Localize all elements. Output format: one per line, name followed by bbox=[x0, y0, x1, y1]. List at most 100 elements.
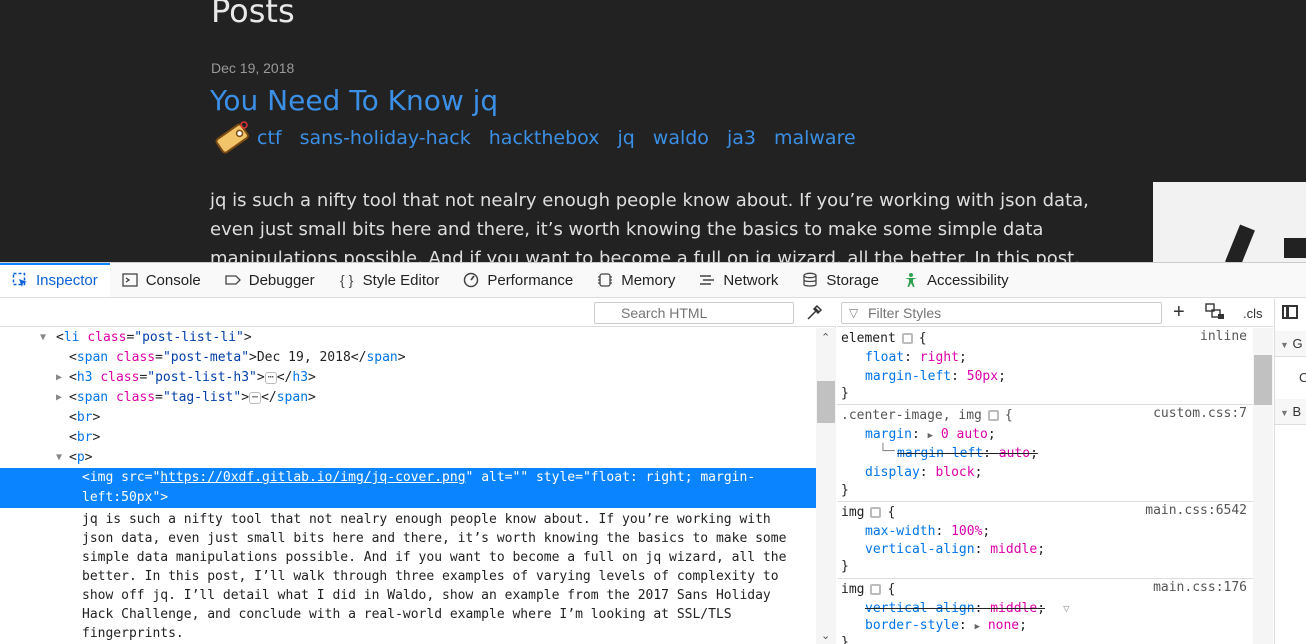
rules-list: element{ inline float: right; margin-lef… bbox=[837, 328, 1253, 644]
tab-label: Memory bbox=[621, 271, 676, 289]
markup-scrollbar-thumb[interactable] bbox=[817, 381, 835, 423]
markup-node-li[interactable]: <li class="post-list-li"> bbox=[56, 328, 252, 348]
tag-link[interactable]: malware bbox=[774, 127, 856, 149]
tab-label: Accessibility bbox=[926, 271, 1009, 289]
markup-node-tag-list[interactable]: <span class="tag-list"> ⋯ </span> bbox=[69, 388, 316, 408]
rules-view: ▽ + .cls element{ inline float: right; m… bbox=[837, 299, 1273, 644]
expand-shorthand-icon[interactable]: ▶ bbox=[975, 622, 980, 632]
scroll-up-icon[interactable]: ⌃ bbox=[821, 331, 830, 344]
tag-link[interactable]: ctf bbox=[257, 127, 282, 149]
tab-label: Inspector bbox=[36, 271, 98, 289]
css-declaration[interactable]: vertical-align: middle; bbox=[865, 540, 1045, 559]
cover-image-detail bbox=[1284, 238, 1306, 258]
tab-debugger[interactable]: Debugger bbox=[213, 263, 327, 297]
css-declaration[interactable]: border-style: ▶ none; bbox=[865, 616, 1027, 635]
tab-label: Console bbox=[145, 271, 201, 289]
post-title-link[interactable]: You Need To Know jq bbox=[210, 84, 498, 117]
tag-link[interactable]: hackthebox bbox=[489, 127, 600, 149]
rules-scrollbar-thumb[interactable] bbox=[1254, 355, 1272, 405]
tab-memory[interactable]: Memory bbox=[585, 263, 687, 297]
tab-label: Storage bbox=[826, 271, 879, 289]
rule-settings-icon[interactable] bbox=[870, 507, 882, 518]
css-rule-img: img{ main.css:176 vertical-align: middle… bbox=[841, 580, 1247, 644]
web-page: Posts Dec 19, 2018 You Need To Know jq c… bbox=[0, 0, 1306, 262]
rule-source[interactable]: custom.css:7 bbox=[1153, 406, 1247, 421]
tab-label: Style Editor bbox=[362, 271, 440, 289]
sidebar-section-toggle[interactable]: ▼ G bbox=[1275, 331, 1306, 357]
markup-node-img-selected[interactable]: <img src="https://0xdf.gitlab.io/img/jq-… bbox=[0, 468, 816, 508]
chevron-down-icon: ▼ bbox=[1280, 340, 1289, 350]
expand-twisty-icon[interactable]: ▼ bbox=[40, 332, 46, 343]
tree-branch-icon: └─ bbox=[879, 444, 895, 459]
markup-node-h3[interactable]: <h3 class="post-list-h3"> ⋯ </h3> bbox=[69, 368, 316, 388]
markup-node-span[interactable]: <span class="post-meta">Dec 19, 2018</sp… bbox=[69, 348, 406, 368]
tab-style-editor[interactable]: { } Style Editor bbox=[327, 263, 452, 297]
search-html-input[interactable] bbox=[594, 302, 794, 324]
filter-styles-input[interactable] bbox=[841, 302, 1162, 324]
tab-storage[interactable]: Storage bbox=[790, 263, 891, 297]
rule-settings-icon[interactable] bbox=[901, 333, 913, 344]
tab-performance[interactable]: Performance bbox=[451, 263, 585, 297]
storage-icon bbox=[802, 272, 818, 288]
rule-selector: img{ bbox=[841, 582, 896, 597]
tag-link[interactable]: sans-holiday-hack bbox=[300, 127, 471, 149]
css-overridden-declaration[interactable]: margin-left: auto; bbox=[897, 444, 1038, 463]
network-icon bbox=[699, 272, 715, 288]
tag-link[interactable]: jq bbox=[617, 127, 634, 149]
markup-node-br[interactable]: <br> bbox=[69, 408, 100, 428]
performance-icon bbox=[463, 272, 479, 288]
markup-node-br[interactable]: <br> bbox=[69, 428, 100, 448]
image-url-link[interactable]: https://0xdf.gitlab.io/img/jq-cover.png bbox=[160, 470, 465, 485]
collapse-twisty-icon[interactable]: ▶ bbox=[56, 392, 62, 403]
markup-tree: ▼ <li class="post-list-li"> <span class=… bbox=[0, 328, 816, 644]
tab-label: Performance bbox=[487, 271, 574, 289]
rule-selector: img{ bbox=[841, 505, 896, 520]
tab-console[interactable]: Console bbox=[110, 263, 213, 297]
console-icon bbox=[122, 272, 138, 288]
tab-inspector[interactable]: Inspector bbox=[0, 263, 110, 297]
markup-view: ⚲ ▼ <li class="post-list-li"> <span clas… bbox=[0, 299, 836, 644]
tab-network[interactable]: Network bbox=[687, 263, 790, 297]
tag-link[interactable]: ja3 bbox=[727, 127, 756, 149]
tab-accessibility[interactable]: Accessibility bbox=[891, 263, 1021, 297]
sidebar-section-toggle[interactable]: ▼ B bbox=[1275, 399, 1306, 425]
css-declaration[interactable]: max-width: 100%; bbox=[865, 522, 990, 541]
css-declaration[interactable]: margin-left: 50px; bbox=[865, 367, 1006, 386]
collapse-twisty-icon[interactable]: ▶ bbox=[56, 372, 62, 383]
toggle-sidebar-icon[interactable] bbox=[1282, 305, 1298, 319]
markup-scrollbar[interactable] bbox=[816, 328, 836, 644]
rule-source[interactable]: main.css:6542 bbox=[1145, 503, 1247, 518]
rules-toolbar: ▽ + .cls bbox=[837, 299, 1273, 327]
rule-settings-icon[interactable] bbox=[870, 584, 882, 595]
css-rule-center-image: .center-image, img{ custom.css:7 margin:… bbox=[837, 405, 1253, 502]
rule-settings-icon[interactable] bbox=[987, 410, 999, 421]
css-declaration[interactable]: float: right; bbox=[865, 348, 967, 367]
markup-text-node[interactable]: jq is such a nifty tool that not nealry … bbox=[82, 510, 806, 643]
rule-source[interactable]: main.css:176 bbox=[1153, 580, 1247, 595]
filter-icon[interactable]: ▽ bbox=[1063, 599, 1070, 618]
tag-icon bbox=[215, 121, 249, 154]
rule-source: inline bbox=[1200, 329, 1247, 344]
accessibility-icon bbox=[903, 272, 919, 288]
style-editor-icon: { } bbox=[340, 272, 354, 288]
scroll-down-icon[interactable]: ⌄ bbox=[821, 629, 830, 642]
css-rule-element: element{ inline float: right; margin-lef… bbox=[837, 328, 1253, 405]
rule-selector: .center-image, img{ bbox=[841, 408, 1013, 423]
debugger-icon bbox=[225, 272, 241, 288]
expand-twisty-icon[interactable]: ▼ bbox=[56, 452, 62, 463]
filter-icon: ▽ bbox=[849, 306, 859, 320]
tab-label: Network bbox=[723, 271, 779, 289]
tag-link[interactable]: waldo bbox=[653, 127, 709, 149]
devtools-panel: Inspector Console Debugger { } Style Edit… bbox=[0, 262, 1306, 644]
eyedropper-icon[interactable] bbox=[805, 304, 823, 327]
markup-toolbar: ⚲ bbox=[0, 299, 836, 327]
pseudo-class-toggle-icon[interactable] bbox=[1205, 303, 1227, 324]
add-rule-icon[interactable]: + bbox=[1173, 301, 1185, 324]
sidebar-section-content: C bbox=[1275, 365, 1306, 391]
css-declaration[interactable]: display: block; bbox=[865, 463, 982, 482]
expand-shorthand-icon[interactable]: ▶ bbox=[928, 431, 933, 441]
markup-node-p[interactable]: <p> bbox=[69, 448, 92, 468]
cls-toggle-button[interactable]: .cls bbox=[1243, 306, 1263, 321]
page-heading: Posts bbox=[211, 0, 295, 30]
tag-list: ctf sans-holiday-hack hackthebox jq wald… bbox=[213, 118, 874, 158]
